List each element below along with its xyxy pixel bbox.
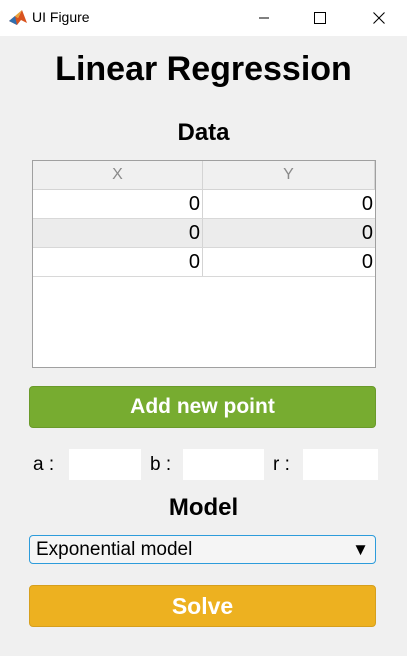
chevron-down-icon: ▼ — [352, 539, 369, 559]
data-table[interactable]: X Y 0 0 0 0 0 0 — [32, 160, 376, 368]
column-header-x[interactable]: X — [33, 161, 203, 189]
table-cell-x[interactable]: 0 — [33, 248, 203, 276]
param-b-field[interactable] — [183, 449, 264, 480]
ui-figure-window: UI Figure Linear Regression Data X Y 0 0… — [0, 0, 407, 656]
solve-button[interactable]: Solve — [29, 585, 376, 627]
param-r-label: r : — [273, 454, 290, 475]
table-header: X Y — [33, 161, 375, 190]
close-button[interactable] — [351, 0, 407, 36]
minimize-icon — [259, 17, 269, 19]
table-cell-x[interactable]: 0 — [33, 219, 203, 247]
table-row: 0 0 — [33, 248, 375, 277]
data-section-title: Data — [177, 119, 230, 146]
add-new-point-button[interactable]: Add new point — [29, 386, 376, 428]
table-cell-y[interactable]: 0 — [203, 248, 375, 276]
title-bar: UI Figure — [0, 0, 407, 36]
param-r-field[interactable] — [303, 449, 378, 480]
table-cell-y[interactable]: 0 — [203, 190, 375, 218]
table-row: 0 0 — [33, 190, 375, 219]
maximize-button[interactable] — [292, 0, 348, 36]
minimize-button[interactable] — [236, 0, 292, 36]
maximize-icon — [314, 12, 326, 24]
model-section-title: Model — [168, 494, 239, 521]
param-b-label: b : — [150, 454, 172, 475]
model-dropdown[interactable]: Exponential model ▼ — [29, 535, 376, 564]
matlab-logo-icon — [8, 8, 28, 28]
model-dropdown-value: Exponential model — [36, 538, 193, 560]
column-header-y[interactable]: Y — [203, 161, 375, 189]
param-a-field[interactable] — [69, 449, 141, 480]
page-title: Linear Regression — [55, 50, 352, 88]
table-cell-x[interactable]: 0 — [33, 190, 203, 218]
window-title: UI Figure — [32, 9, 90, 25]
param-a-label: a : — [33, 454, 55, 475]
table-row: 0 0 — [33, 219, 375, 248]
table-cell-y[interactable]: 0 — [203, 219, 375, 247]
close-icon — [373, 12, 385, 24]
